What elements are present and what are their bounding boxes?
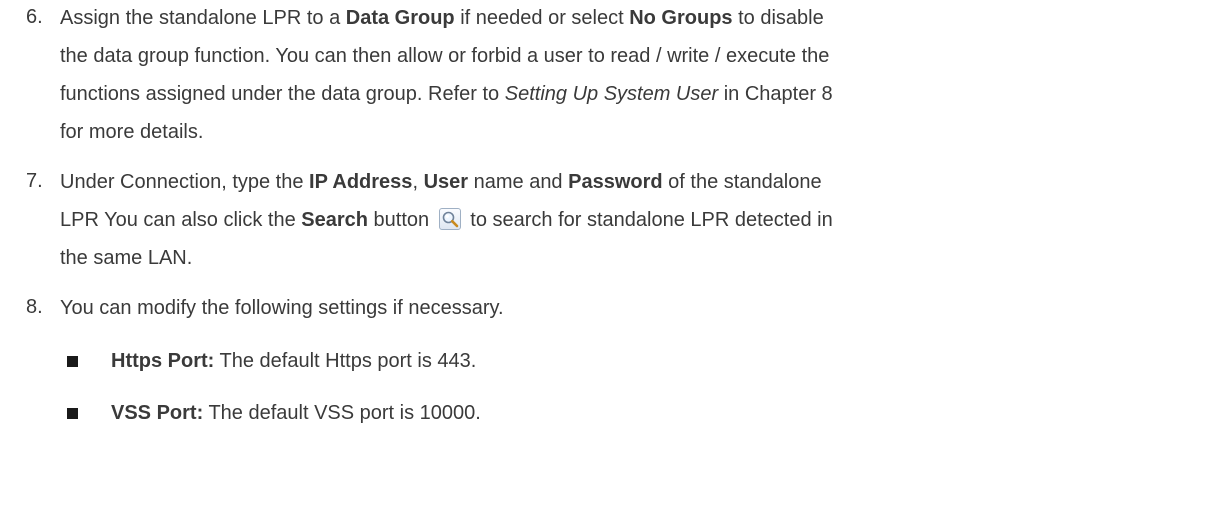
text-line: for more details. (60, 121, 204, 143)
text-run: name and (468, 171, 569, 193)
bullet-label: Https Port: (111, 350, 215, 372)
bullet-text: VSS Port: The default VSS port is 10000. (111, 401, 481, 425)
bullet-label: VSS Port: (111, 402, 204, 424)
text-line: You can modify the following settings if… (60, 297, 504, 319)
text-run: Under Connection, type the (60, 171, 310, 193)
square-bullet-icon (67, 408, 78, 419)
text-run: to search for standalone LPR detected in (470, 209, 833, 231)
text-line: LPR You can also click the Search button… (60, 208, 833, 232)
step-number: 7. (26, 170, 43, 192)
square-bullet-icon (67, 356, 78, 367)
text-run: LPR You can also click the (60, 209, 302, 231)
text-run: , (412, 171, 424, 193)
text-line: the data group function. You can then al… (60, 45, 830, 67)
bullet-description: The default VSS port is 10000. (203, 402, 481, 424)
step-number: 6. (26, 6, 43, 28)
text-run: button (367, 209, 430, 231)
term-user: User (423, 171, 469, 193)
term-password: Password (568, 171, 663, 193)
term-data-group: Data Group (345, 7, 455, 29)
bullet-description: The default Https port is 443. (214, 350, 477, 372)
term-search: Search (301, 209, 368, 231)
bullet-text: Https Port: The default Https port is 44… (111, 349, 476, 373)
text-line: Under Connection, type the IP Address, U… (60, 170, 822, 194)
text-run: if needed or select (454, 7, 630, 29)
text-run: functions assigned under the data group.… (60, 83, 505, 105)
text-line: Assign the standalone LPR to a Data Grou… (60, 6, 824, 30)
document-page: 6. Assign the standalone LPR to a Data G… (0, 0, 1206, 517)
term-ip-address: IP Address (309, 171, 413, 193)
text-run: in Chapter 8 (718, 83, 833, 105)
text-line: the same LAN. (60, 247, 193, 269)
text-run: Assign the standalone LPR to a (60, 7, 346, 29)
reference-title: Setting Up System User (504, 83, 719, 105)
search-icon (438, 208, 461, 230)
text-line: functions assigned under the data group.… (60, 82, 833, 106)
text-run: to disable (732, 7, 824, 29)
step-number: 8. (26, 296, 43, 318)
term-no-groups: No Groups (629, 7, 733, 29)
text-run: of the standalone (662, 171, 822, 193)
